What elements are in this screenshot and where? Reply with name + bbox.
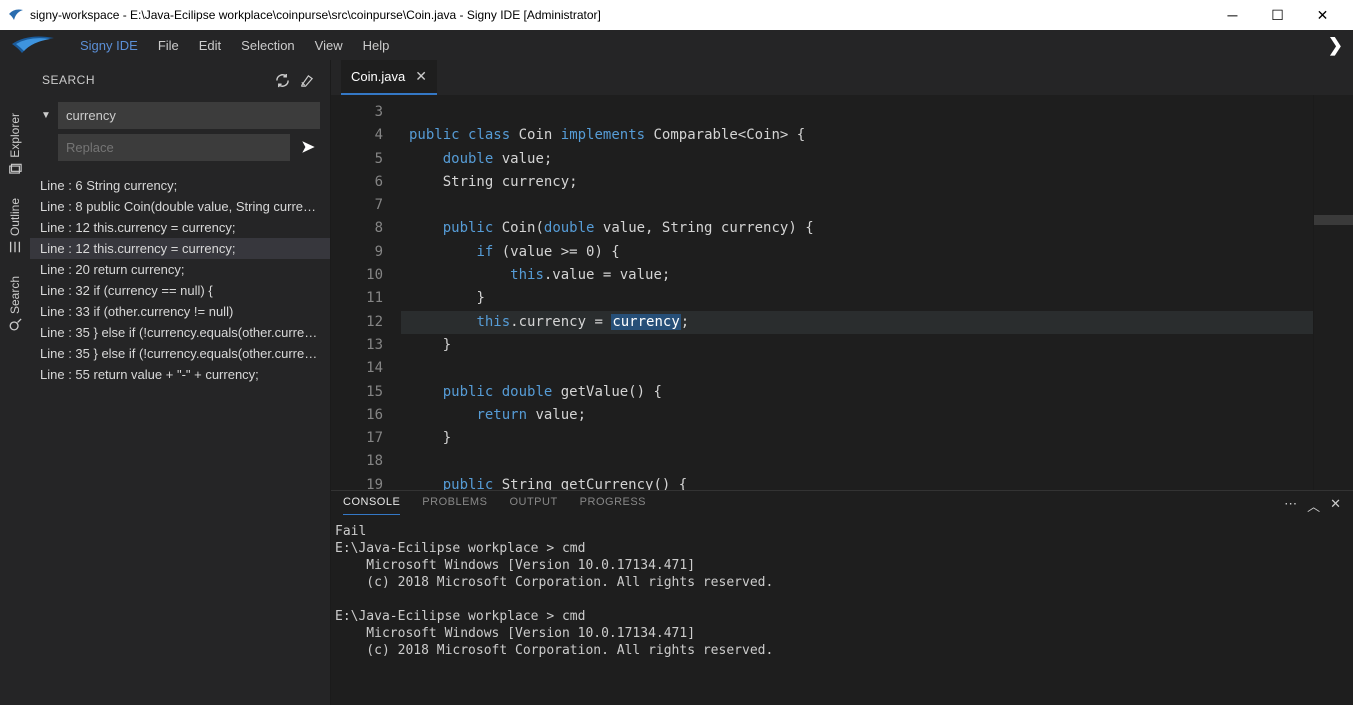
code-line[interactable]: String currency; [401,171,1313,194]
explorer-icon [8,162,22,176]
search-result[interactable]: Line : 32 if (currency == null) { [30,280,330,301]
titlebar: signy-workspace - E:\Java-Ecilipse workp… [0,0,1353,30]
tab-coin-java[interactable]: Coin.java ✕ [341,60,437,95]
bottom-panel: CONSOLE PROBLEMS OUTPUT PROGRESS ⋯ ︿ ✕ Fail… [331,490,1353,705]
search-row: ▼ [30,100,330,131]
search-icon [8,318,22,332]
expand-replace-icon[interactable]: ▼ [40,110,52,121]
replace-input[interactable] [58,134,290,161]
minimap-highlight [1314,215,1353,225]
code-line[interactable]: } [401,427,1313,450]
selected-word: currency [611,314,680,330]
code-line[interactable]: public double getValue() { [401,381,1313,404]
console-output[interactable]: Fail E:\Java-Ecilipse workplace > cmd Mi… [331,519,1353,663]
minimize-button[interactable]: ─ [1210,0,1255,30]
menu-view[interactable]: View [305,38,353,53]
main-area: Explorer Outline Search SEARCH ▼ ➤ Line : … [0,60,1353,705]
panel-tab-output[interactable]: OUTPUT [509,496,557,515]
search-result[interactable]: Line : 8 public Coin(double value, Strin… [30,196,330,217]
code-line[interactable]: this.currency = currency; [401,311,1313,334]
menu-selection[interactable]: Selection [231,38,304,53]
panel-tabs: CONSOLE PROBLEMS OUTPUT PROGRESS ⋯ ︿ ✕ [331,491,1353,519]
editor-area: Coin.java ✕ 345678910111213141516171819 … [330,60,1353,705]
activity-search[interactable]: Search [8,268,22,340]
code-line[interactable]: } [401,334,1313,357]
search-result[interactable]: Line : 55 return value + "-" + currency; [30,364,330,385]
activitybar: Explorer Outline Search [0,60,30,705]
code-line[interactable]: double value; [401,148,1313,171]
menubar: Signy IDE FileEditSelectionViewHelp ❯ [0,30,1353,60]
minimap[interactable] [1313,95,1353,490]
code-editor[interactable]: 345678910111213141516171819 public class… [331,95,1353,490]
outline-icon [8,240,22,254]
code-content[interactable]: public class Coin implements Comparable<… [401,95,1313,490]
menu-edit[interactable]: Edit [189,38,231,53]
code-line[interactable]: return value; [401,404,1313,427]
close-icon[interactable]: ✕ [415,68,427,85]
search-result[interactable]: Line : 35 } else if (!currency.equals(ot… [30,322,330,343]
search-result[interactable]: Line : 6 String currency; [30,175,330,196]
menu-brand[interactable]: Signy IDE [70,38,148,53]
clear-icon[interactable] [294,68,318,92]
code-line[interactable]: } [401,287,1313,310]
panel-close-icon[interactable]: ✕ [1330,496,1341,515]
overflow-chevron-icon[interactable]: ❯ [1328,35,1343,56]
code-line[interactable] [401,101,1313,124]
activity-explorer[interactable]: Explorer [8,105,22,184]
panel-more-icon[interactable]: ⋯ [1284,496,1297,515]
replace-all-icon[interactable]: ➤ [296,133,320,161]
search-result[interactable]: Line : 33 if (other.currency != null) [30,301,330,322]
brand-logo-icon [10,33,55,58]
panel-collapse-icon[interactable]: ︿ [1307,496,1320,515]
sidebar: SEARCH ▼ ➤ Line : 6 String currency;Line… [30,60,330,705]
code-line[interactable] [401,450,1313,473]
search-header: SEARCH [30,60,330,100]
refresh-icon[interactable] [270,68,294,92]
search-result[interactable]: Line : 12 this.currency = currency; [30,238,330,259]
window-title: signy-workspace - E:\Java-Ecilipse workp… [30,8,1210,22]
tab-label: Coin.java [351,69,405,84]
search-result[interactable]: Line : 35 } else if (!currency.equals(ot… [30,343,330,364]
panel-tab-console[interactable]: CONSOLE [343,496,400,515]
search-results: Line : 6 String currency;Line : 8 public… [30,169,330,391]
maximize-button[interactable]: ☐ [1255,0,1300,30]
code-line[interactable]: this.value = value; [401,264,1313,287]
code-line[interactable] [401,194,1313,217]
menu-help[interactable]: Help [353,38,400,53]
app-icon [8,6,24,25]
code-line[interactable] [401,357,1313,380]
close-button[interactable]: ✕ [1300,0,1345,30]
search-result[interactable]: Line : 20 return currency; [30,259,330,280]
search-result[interactable]: Line : 12 this.currency = currency; [30,217,330,238]
gutter: 345678910111213141516171819 [331,95,401,490]
search-heading: SEARCH [42,73,270,87]
editor-tabs: Coin.java ✕ [331,60,1353,95]
code-line[interactable]: if (value >= 0) { [401,241,1313,264]
panel-tab-problems[interactable]: PROBLEMS [422,496,487,515]
search-input[interactable] [58,102,320,129]
code-line[interactable]: public String getCurrency() { [401,474,1313,490]
menu-file[interactable]: File [148,38,189,53]
activity-outline[interactable]: Outline [8,190,22,262]
code-line[interactable]: public Coin(double value, String currenc… [401,217,1313,240]
replace-row: ➤ [30,131,330,169]
panel-tab-progress[interactable]: PROGRESS [580,496,646,515]
code-line[interactable]: public class Coin implements Comparable<… [401,124,1313,147]
